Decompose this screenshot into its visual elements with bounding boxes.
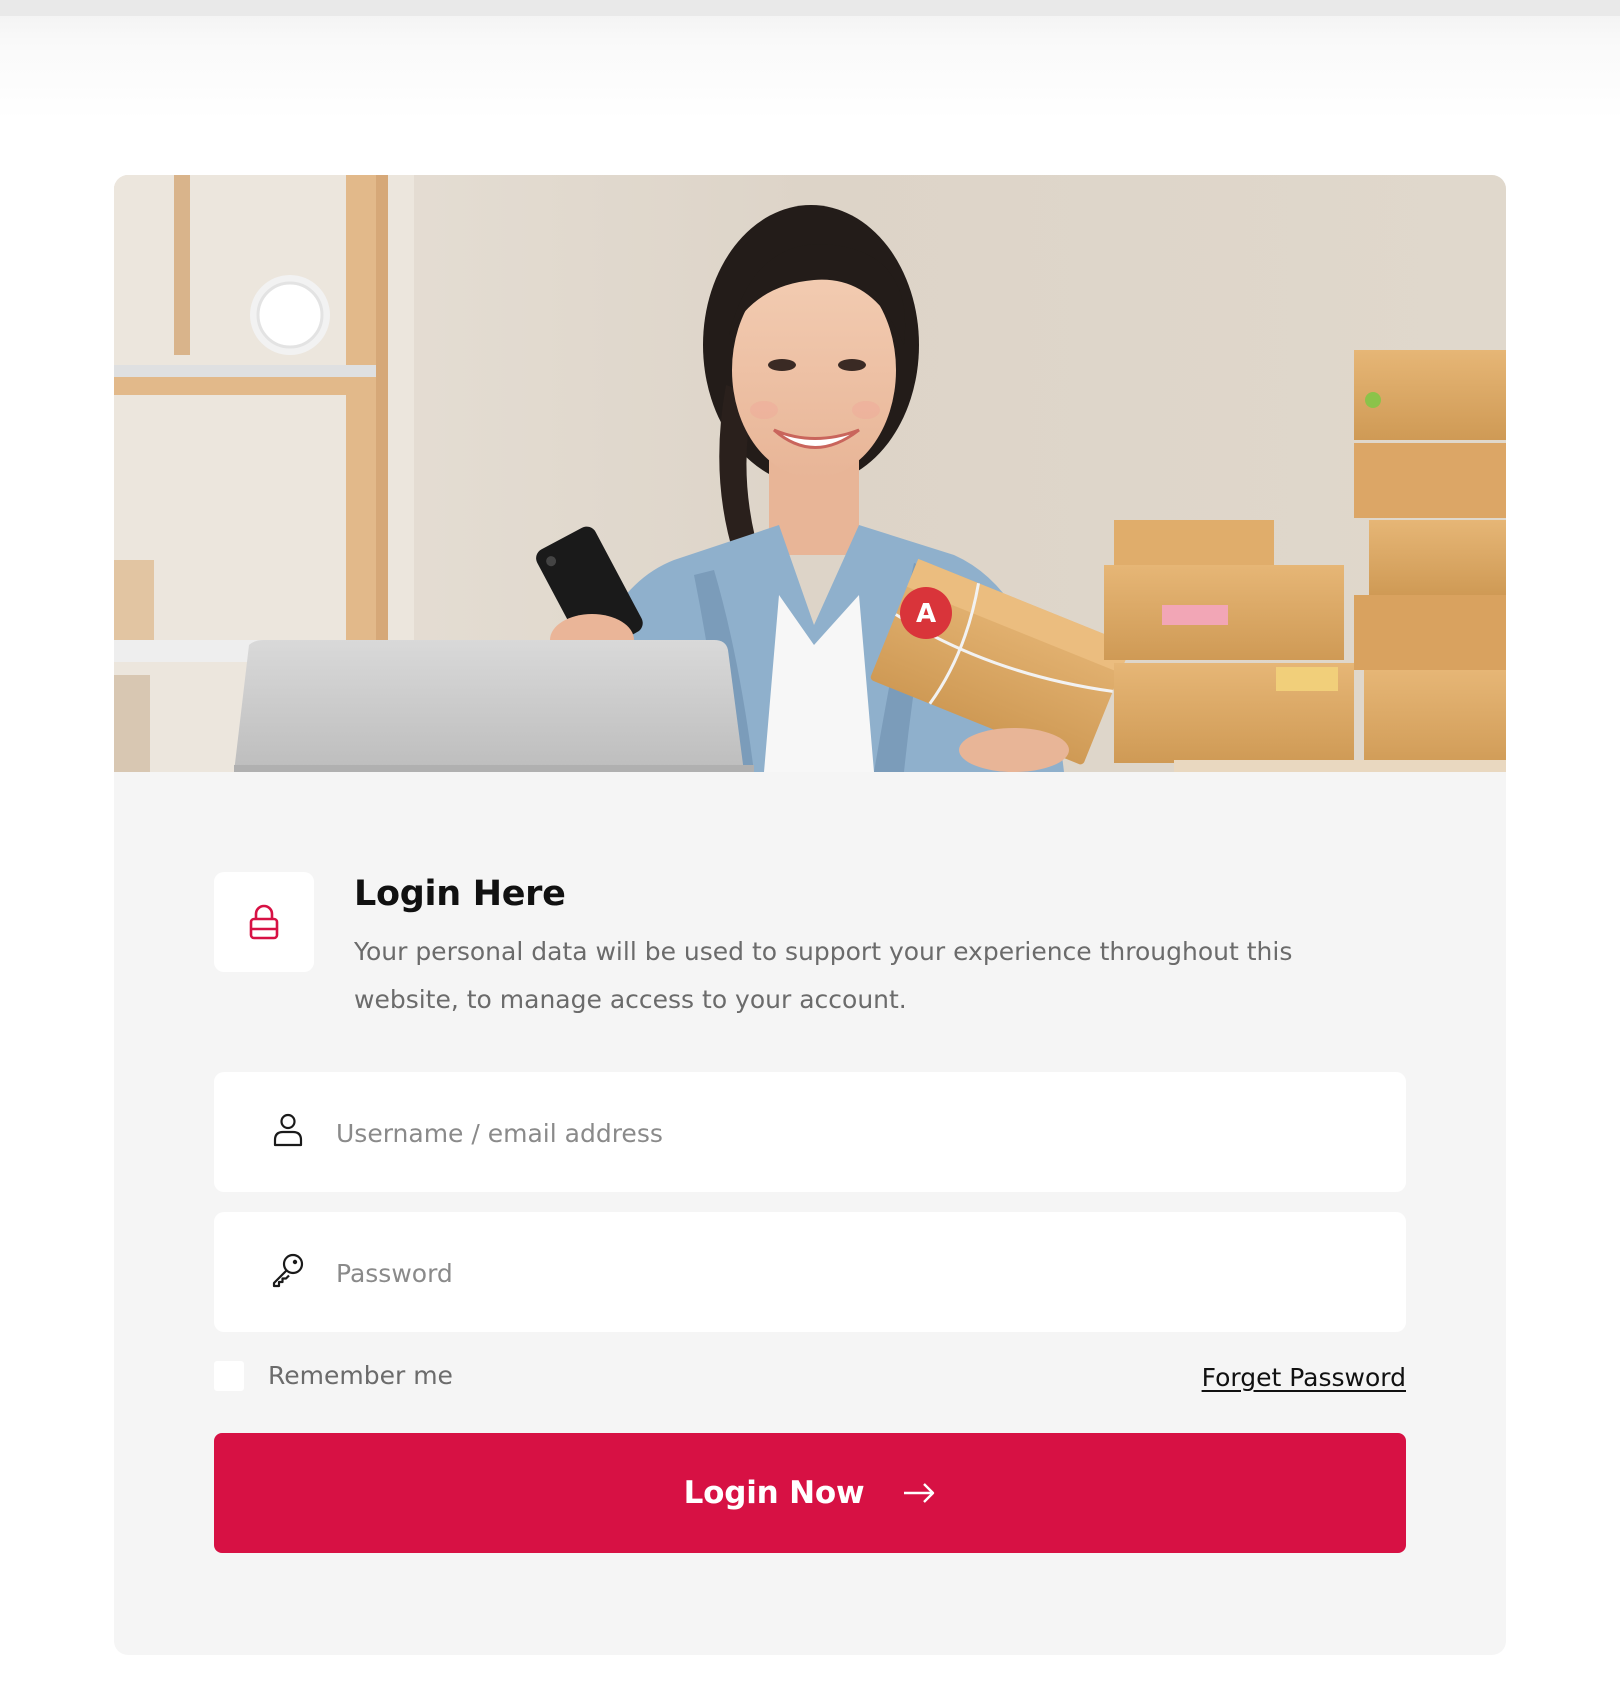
remember-label: Remember me — [268, 1361, 453, 1390]
lock-badge — [214, 872, 314, 972]
username-field[interactable] — [214, 1072, 1406, 1192]
user-icon — [273, 1113, 303, 1147]
login-title: Login Here — [354, 874, 566, 914]
login-card: A Login Here Your personal data will be … — [114, 175, 1506, 1655]
remember-checkbox[interactable] — [214, 1361, 244, 1391]
forget-password-link[interactable]: Forget Password — [1202, 1358, 1406, 1398]
hero-image: A — [114, 175, 1506, 772]
remember-row: Remember me Forget Password — [214, 1356, 1406, 1396]
password-field[interactable] — [214, 1212, 1406, 1332]
lock-icon — [249, 904, 279, 940]
login-button[interactable]: Login Now — [214, 1433, 1406, 1553]
login-button-label: Login Now — [683, 1475, 865, 1511]
password-input[interactable] — [334, 1242, 1378, 1304]
key-icon — [272, 1253, 304, 1288]
svg-text:A: A — [916, 599, 936, 629]
page-top-shadow — [0, 0, 1620, 130]
login-description: Your personal data will be used to suppo… — [354, 937, 1293, 1014]
arrow-right-icon — [904, 1483, 935, 1503]
username-input[interactable] — [334, 1102, 1378, 1164]
